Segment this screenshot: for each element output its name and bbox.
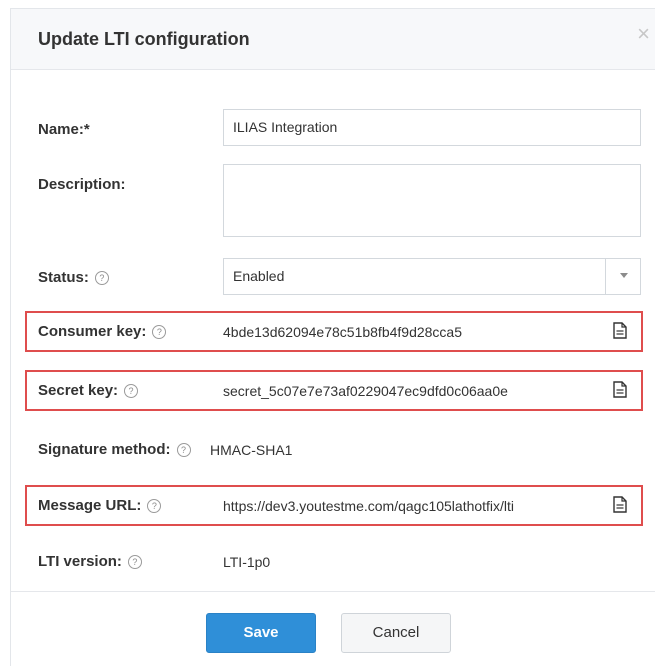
status-select[interactable]: Enabled (223, 258, 641, 295)
message-url-label-text: Message URL: (38, 497, 142, 514)
help-icon[interactable]: ? (176, 443, 191, 457)
cancel-button[interactable]: Cancel (341, 613, 451, 653)
close-icon[interactable]: × (637, 23, 650, 45)
lti-version-value: LTI-1p0 (223, 554, 271, 570)
help-icon[interactable]: ? (127, 555, 142, 569)
name-input-value: ILIAS Integration (233, 119, 338, 135)
description-textarea[interactable] (223, 164, 641, 237)
copy-icon[interactable] (613, 381, 627, 398)
status-label-text: Status: (38, 269, 89, 286)
message-url-label: Message URL:? (38, 497, 162, 514)
help-icon[interactable]: ? (124, 384, 139, 398)
help-icon[interactable]: ? (152, 325, 167, 339)
name-input[interactable]: ILIAS Integration (223, 109, 641, 146)
consumer-key-value: 4bde13d62094e78c51b8fb4f9d28cca5 (223, 324, 463, 340)
lti-version-label: LTI version:? (38, 553, 142, 570)
consumer-key-label: Consumer key:? (38, 323, 167, 340)
dialog-title: Update LTI configuration (38, 29, 250, 49)
help-icon[interactable]: ? (94, 271, 109, 285)
chevron-down-icon[interactable] (620, 273, 628, 278)
secret-key-value: secret_5c07e7e73af0229047ec9dfd0c06aa0e (223, 383, 508, 399)
save-button[interactable]: Save (206, 613, 316, 653)
description-label: Description: (38, 176, 126, 193)
lti-config-dialog: Update LTI configuration × Name:* ILIAS … (10, 8, 655, 666)
secret-key-label-text: Secret key: (38, 382, 119, 399)
status-select-value: Enabled (233, 268, 285, 284)
status-label: Status:? (38, 269, 109, 286)
dialog-header: Update LTI configuration × (11, 9, 655, 70)
signature-method-label: Signature method:? (38, 441, 191, 458)
name-label: Name:* (38, 121, 90, 138)
footer-divider (11, 591, 655, 592)
copy-icon[interactable] (613, 496, 627, 513)
copy-icon[interactable] (613, 322, 627, 339)
lti-version-label-text: LTI version: (38, 553, 122, 570)
consumer-key-label-text: Consumer key: (38, 323, 147, 340)
signature-method-value: HMAC-SHA1 (210, 442, 293, 458)
help-icon[interactable]: ? (147, 499, 162, 513)
secret-key-label: Secret key:? (38, 382, 139, 399)
message-url-value: https://dev3.youtestme.com/qagc105lathot… (223, 498, 515, 514)
select-divider (605, 259, 606, 294)
signature-method-label-text: Signature method: (38, 441, 171, 458)
